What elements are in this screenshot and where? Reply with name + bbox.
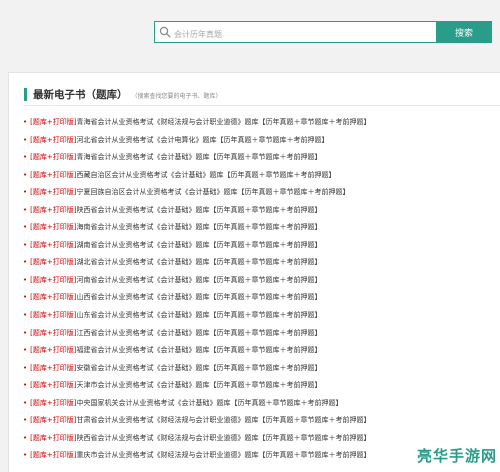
- book-tag-link[interactable]: [题库+打印版]: [30, 241, 76, 249]
- book-tag-link[interactable]: [题库+打印版]: [30, 171, 76, 179]
- book-title-link[interactable]: 甘肃省会计从业资格考试《财经法规与会计职业道德》题库【历年真题＋章节题库＋考前押…: [76, 416, 370, 424]
- book-tag-link[interactable]: [题库+打印版]: [30, 223, 76, 231]
- section-title: 最新电子书（题库）: [33, 89, 128, 101]
- list-item: • [题库+打印版]青海省会计从业资格考试《会计基础》题库【历年真题＋章节题库＋考…: [23, 149, 370, 167]
- book-tag-link[interactable]: [题库+打印版]: [30, 434, 76, 442]
- search-input-wrap: [154, 21, 436, 45]
- bullet-icon: •: [23, 328, 28, 337]
- book-title-link[interactable]: 重庆市会计从业资格考试《财经法规与会计职业道德》题库【历年真题＋章节题库＋考前押…: [76, 451, 370, 459]
- list-item: • [题库+打印版]安徽省会计从业资格考试《会计基础》题库【历年真题＋章节题库＋考…: [23, 360, 370, 378]
- book-tag-link[interactable]: [题库+打印版]: [30, 416, 76, 424]
- list-item: • [题库+打印版]陕西省会计从业资格考试《财经法规与会计职业道德》题库【历年真题…: [23, 430, 370, 448]
- book-tag-link[interactable]: [题库+打印版]: [30, 293, 76, 301]
- book-title-link[interactable]: 西藏自治区会计从业资格考试《会计基础》题库【历年真题＋章节题库＋考前押题】: [76, 171, 335, 179]
- bullet-icon: •: [23, 223, 28, 232]
- bullet-icon: •: [23, 118, 28, 126]
- list-item: • [题库+打印版]湖南省会计从业资格考试《会计基础》题库【历年真题＋章节题库＋考…: [23, 237, 370, 255]
- list-item: • [题库+打印版]西藏自治区会计从业资格考试《会计基础》题库【历年真题＋章节题库…: [23, 167, 370, 185]
- book-title-link[interactable]: 山东省会计从业资格考试《会计基础》题库【历年真题＋章节题库＋考前押题】: [76, 311, 321, 319]
- watermark: 亮华手游网: [416, 447, 497, 465]
- book-title-link[interactable]: 安徽省会计从业资格考试《会计基础》题库【历年真题＋章节题库＋考前押题】: [76, 364, 321, 372]
- bullet-icon: •: [23, 363, 28, 372]
- list-item: • [题库+打印版]海南省会计从业资格考试《会计基础》题库【历年真题＋章节题库＋考…: [23, 219, 370, 237]
- bullet-icon: •: [23, 381, 28, 390]
- header-accent-bar: [24, 88, 27, 101]
- book-tag-link[interactable]: [题库+打印版]: [30, 258, 76, 266]
- book-title-link[interactable]: 江西省会计从业资格考试《会计基础》题库【历年真题＋章节题库＋考前押题】: [76, 329, 321, 337]
- list-item: • [题库+打印版]天津市会计从业资格考试《会计基础》题库【历年真题＋章节题库＋考…: [23, 377, 370, 395]
- book-tag-link[interactable]: [题库+打印版]: [30, 346, 76, 354]
- search-bar: 搜索: [154, 21, 492, 45]
- list-item: • [题库+打印版]陕西省会计从业资格考试《会计基础》题库【历年真题＋章节题库＋考…: [23, 202, 370, 220]
- book-tag-link[interactable]: [题库+打印版]: [30, 399, 76, 407]
- book-tag-link[interactable]: [题库+打印版]: [30, 364, 76, 372]
- book-title-link[interactable]: 湖南省会计从业资格考试《会计基础》题库【历年真题＋章节题库＋考前押题】: [76, 241, 321, 249]
- section-header: 最新电子书（题库） （搜索查找您要的电子书、题库）: [24, 87, 222, 102]
- list-item: • [题库+打印版]河北省会计从业资格考试《会计电算化》题库【历年真题＋章节题库＋…: [23, 132, 370, 150]
- book-title-link[interactable]: 河南省会计从业资格考试《会计基础》题库【历年真题＋章节题库＋考前押题】: [76, 276, 321, 284]
- book-title-link[interactable]: 山西省会计从业资格考试《会计基础》题库【历年真题＋章节题库＋考前押题】: [76, 293, 321, 301]
- list-item: • [题库+打印版]宁夏回族自治区会计从业资格考试《会计基础》题库【历年真题＋章节…: [23, 184, 370, 202]
- book-tag-link[interactable]: [题库+打印版]: [30, 311, 76, 319]
- book-title-link[interactable]: 中央国家机关会计从业资格考试《会计基础》题库【历年真题＋章节题库＋考前押题】: [76, 399, 342, 407]
- bullet-icon: •: [23, 258, 28, 267]
- book-title-link[interactable]: 福建省会计从业资格考试《会计基础》题库【历年真题＋章节题库＋考前押题】: [76, 346, 321, 354]
- book-title-link[interactable]: 天津市会计从业资格考试《会计基础》题库【历年真题＋章节题库＋考前押题】: [76, 381, 321, 389]
- list-item: • [题库+打印版]青海省会计从业资格考试《财经法规与会计职业道德》题库【历年真题…: [23, 114, 370, 132]
- bullet-icon: •: [23, 188, 28, 197]
- bullet-icon: •: [23, 416, 28, 425]
- book-tag-link[interactable]: [题库+打印版]: [30, 329, 76, 337]
- search-button[interactable]: 搜索: [436, 21, 492, 43]
- header-divider: [24, 105, 500, 106]
- book-tag-link[interactable]: [题库+打印版]: [30, 451, 76, 459]
- bullet-icon: •: [23, 346, 28, 355]
- bullet-icon: •: [23, 135, 28, 144]
- book-title-link[interactable]: 陕西省会计从业资格考试《财经法规与会计职业道德》题库【历年真题＋章节题库＋考前押…: [76, 434, 370, 442]
- book-tag-link[interactable]: [题库+打印版]: [30, 276, 76, 284]
- list-item: • [题库+打印版]福建省会计从业资格考试《会计基础》题库【历年真题＋章节题库＋考…: [23, 342, 370, 360]
- list-item: • [题库+打印版]山东省会计从业资格考试《会计基础》题库【历年真题＋章节题库＋考…: [23, 307, 370, 325]
- section-subtitle: （搜索查找您要的电子书、题库）: [131, 93, 222, 100]
- bullet-icon: •: [23, 275, 28, 284]
- book-tag-link[interactable]: [题库+打印版]: [30, 136, 76, 144]
- bullet-icon: •: [23, 240, 28, 249]
- book-title-link[interactable]: 河北省会计从业资格考试《会计电算化》题库【历年真题＋章节题库＋考前押题】: [76, 136, 328, 144]
- book-tag-link[interactable]: [题库+打印版]: [30, 118, 76, 126]
- book-tag-link[interactable]: [题库+打印版]: [30, 206, 76, 214]
- ebook-panel: 最新电子书（题库） （搜索查找您要的电子书、题库） • [题库+打印版]青海省会计…: [8, 72, 500, 472]
- book-tag-link[interactable]: [题库+打印版]: [30, 188, 76, 196]
- bullet-icon: •: [23, 170, 28, 179]
- book-title-link[interactable]: 海南省会计从业资格考试《会计基础》题库【历年真题＋章节题库＋考前押题】: [76, 223, 321, 231]
- list-item: • [题库+打印版]江西省会计从业资格考试《会计基础》题库【历年真题＋章节题库＋考…: [23, 325, 370, 343]
- book-title-link[interactable]: 青海省会计从业资格考试《财经法规与会计职业道德》题库【历年真题＋章节题库＋考前押…: [76, 118, 370, 126]
- list-item: • [题库+打印版]山西省会计从业资格考试《会计基础》题库【历年真题＋章节题库＋考…: [23, 289, 370, 307]
- bullet-icon: •: [23, 398, 28, 407]
- list-item: • [题库+打印版]甘肃省会计从业资格考试《财经法规与会计职业道德》题库【历年真题…: [23, 412, 370, 430]
- bullet-icon: •: [23, 205, 28, 214]
- book-tag-link[interactable]: [题库+打印版]: [30, 153, 76, 161]
- list-item: • [题库+打印版]中央国家机关会计从业资格考试《会计基础》题库【历年真题＋章节题…: [23, 395, 370, 413]
- book-title-link[interactable]: 宁夏回族自治区会计从业资格考试《会计基础》题库【历年真题＋章节题库＋考前押题】: [76, 188, 349, 196]
- book-list: • [题库+打印版]青海省会计从业资格考试《财经法规与会计职业道德》题库【历年真题…: [23, 114, 370, 465]
- bullet-icon: •: [23, 293, 28, 302]
- book-tag-link[interactable]: [题库+打印版]: [30, 381, 76, 389]
- list-item: • [题库+打印版]重庆市会计从业资格考试《财经法规与会计职业道德》题库【历年真题…: [23, 447, 370, 465]
- search-input[interactable]: [155, 24, 436, 45]
- bullet-icon: •: [23, 433, 28, 442]
- book-title-link[interactable]: 陕西省会计从业资格考试《会计基础》题库【历年真题＋章节题库＋考前押题】: [76, 206, 321, 214]
- book-title-link[interactable]: 青海省会计从业资格考试《会计基础》题库【历年真题＋章节题库＋考前押题】: [76, 153, 321, 161]
- bullet-icon: •: [23, 153, 28, 162]
- book-title-link[interactable]: 湖北省会计从业资格考试《会计基础》题库【历年真题＋章节题库＋考前押题】: [76, 258, 321, 266]
- list-item: • [题库+打印版]湖北省会计从业资格考试《会计基础》题库【历年真题＋章节题库＋考…: [23, 254, 370, 272]
- search-icon: [159, 26, 171, 38]
- bullet-icon: •: [23, 451, 28, 460]
- bullet-icon: •: [23, 311, 28, 320]
- list-item: • [题库+打印版]河南省会计从业资格考试《会计基础》题库【历年真题＋章节题库＋考…: [23, 272, 370, 290]
